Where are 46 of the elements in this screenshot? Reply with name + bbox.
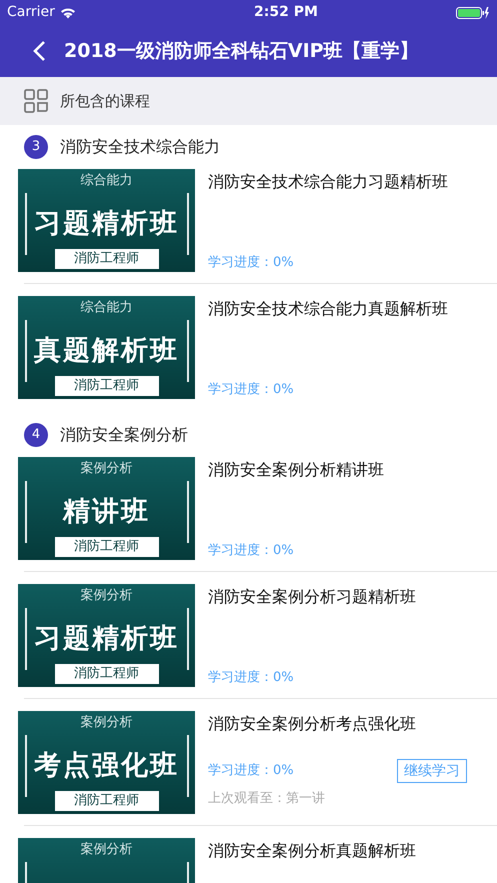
course-row[interactable]: 案例分析 习题精析班 消防工程师 消防安全案例分析习题精析班 学习进度：0%	[0, 584, 497, 687]
category-text: 综合能力	[80, 172, 132, 190]
tag-label: 消防工程师	[54, 249, 158, 269]
wifi-icon	[60, 6, 76, 18]
category-text: 案例分析	[80, 587, 132, 605]
category-text: 综合能力	[80, 299, 132, 317]
tag-label: 消防工程师	[54, 664, 158, 684]
course-row[interactable]: 综合能力 习题精析班 消防工程师 消防安全技术综合能力习题精析班 学习进度：0%	[0, 169, 497, 272]
banner-text: 精讲班	[63, 494, 150, 529]
carrier-text: Carrier	[7, 3, 55, 22]
section-title: 消防安全技术综合能力	[60, 136, 220, 158]
section-title: 消防安全案例分析	[60, 424, 188, 446]
tag-label: 消防工程师	[54, 791, 158, 811]
course-title: 消防安全技术综合能力习题精析班	[208, 171, 449, 193]
course-title: 消防安全案例分析真题解析班	[208, 840, 417, 862]
course-row[interactable]: 案例分析 精讲班 消防工程师 消防安全案例分析精讲班 学习进度：0%	[0, 457, 497, 560]
tag-label: 消防工程师	[54, 537, 158, 557]
grid-icon	[24, 89, 48, 113]
page-title: 2018一级消防师全科钻石VIP班【重学】	[64, 38, 419, 64]
course-row[interactable]: 案例分析 消防安全案例分析真题解析班	[0, 838, 497, 883]
number-badge: 4	[24, 423, 48, 447]
category-text: 案例分析	[80, 714, 132, 732]
category-text: 案例分析	[80, 460, 132, 478]
course-title: 消防安全案例分析考点强化班	[208, 713, 417, 735]
progress-text: 学习进度：0%	[208, 254, 294, 272]
course-title: 消防安全案例分析精讲班	[208, 459, 385, 481]
number-badge: 3	[24, 135, 48, 159]
battery-icon	[456, 6, 490, 20]
back-icon[interactable]	[32, 40, 46, 62]
category-text: 案例分析	[80, 841, 132, 859]
course-row[interactable]: 案例分析 考点强化班 消防工程师 消防安全案例分析考点强化班 学习进度：0% 继续学习 上次观看至：第一讲	[0, 711, 497, 814]
banner-text: 习题精析班	[34, 206, 179, 241]
progress-text: 学习进度：0%	[208, 380, 294, 398]
section-label: 所包含的课程	[60, 90, 150, 112]
clock-text: 2:52 PM	[254, 3, 318, 22]
progress-text: 学习进度：0%	[208, 542, 294, 560]
course-title: 消防安全案例分析习题精析班	[208, 586, 417, 608]
course-row[interactable]: 综合能力 真题解析班 消防工程师 消防安全技术综合能力真题解析班 学习进度：0%	[0, 296, 497, 399]
banner-text: 真题解析班	[34, 334, 179, 368]
banner-text: 习题精析班	[34, 622, 179, 656]
course-title: 消防安全技术综合能力真题解析班	[208, 298, 449, 320]
tag-label: 消防工程师	[54, 376, 158, 396]
last-watched-text: 上次观看至：第一讲	[208, 790, 326, 808]
progress-text: 学习进度：0%	[208, 668, 294, 686]
banner-text: 考点强化班	[34, 748, 179, 783]
progress-text: 学习进度：0%	[208, 762, 294, 780]
